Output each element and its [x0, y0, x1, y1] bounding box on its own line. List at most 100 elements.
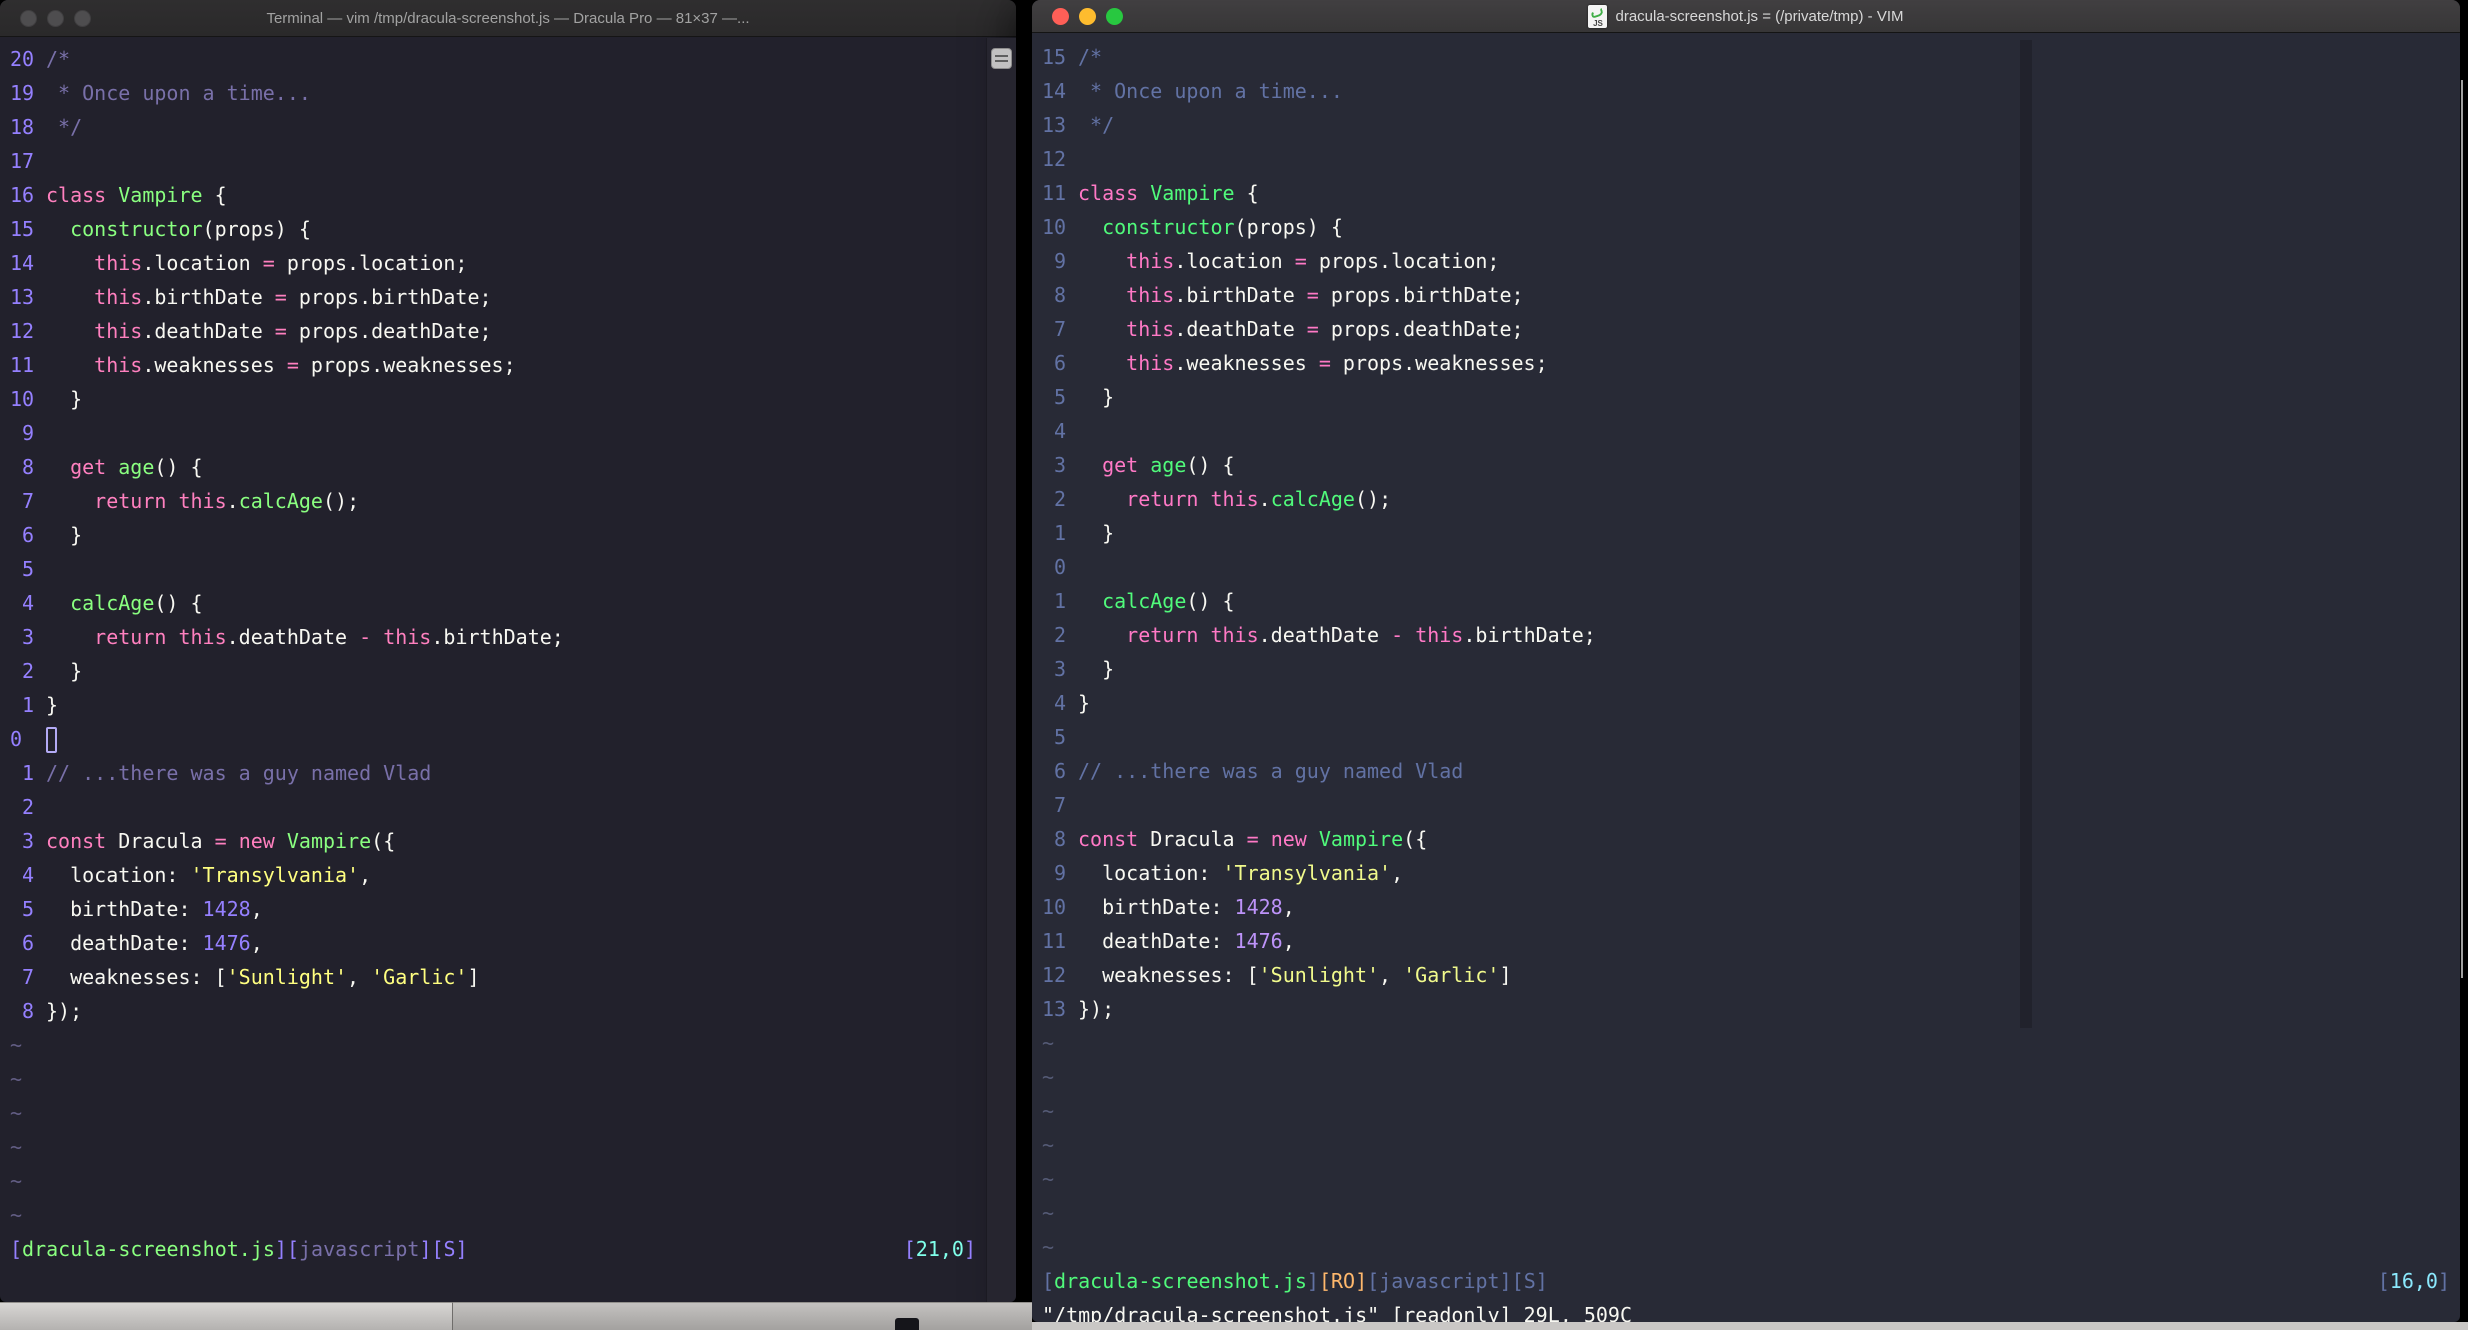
code-line[interactable]: 11 class Vampire { [1042, 176, 2460, 210]
code-line[interactable]: 10 } [10, 382, 1016, 416]
line-number: 3 [1053, 453, 1066, 477]
syntax-token: age [1150, 453, 1187, 477]
code-line[interactable]: 8 this.birthDate = props.birthDate; [1042, 278, 2460, 312]
code-line[interactable]: 9 [10, 416, 1016, 450]
code-line[interactable]: 5 [10, 552, 1016, 586]
code-line[interactable]: 17 [10, 144, 1016, 178]
syntax-token: const [1078, 827, 1139, 851]
code-line[interactable]: 1 calcAge() { [1042, 584, 2460, 618]
code-line[interactable]: 1 // ...there was a guy named Vlad [10, 756, 1016, 790]
macvim-titlebar[interactable]: JS dracula-screenshot.js = (/private/tmp… [1032, 0, 2460, 33]
code-line[interactable]: 11 deathDate: 1476, [1042, 924, 2460, 958]
code-line[interactable]: 14 this.location = props.location; [10, 246, 1016, 280]
syntax-token: 'Sunlight' [1258, 963, 1380, 987]
minimize-button[interactable] [47, 9, 64, 27]
code-line[interactable]: 6 // ...there was a guy named Vlad [1042, 754, 2460, 788]
code-text: this.birthDate = props.birthDate; [1078, 278, 1523, 312]
syntax-token: .weaknesses [142, 353, 287, 377]
statusline-segment: ] [419, 1237, 432, 1261]
code-line[interactable]: 13 */ [1042, 108, 2460, 142]
code-line[interactable]: 1} [10, 688, 1016, 722]
code-line[interactable]: 0 [10, 722, 1016, 756]
code-line[interactable]: 8 const Dracula = new Vampire({ [1042, 822, 2460, 856]
syntax-token: }); [1078, 997, 1115, 1021]
code-line[interactable]: 7 this.deathDate = props.deathDate; [1042, 312, 2460, 346]
syntax-token: 'Garlic' [1403, 963, 1500, 987]
code-line[interactable]: 3 const Dracula = new Vampire({ [10, 824, 1016, 858]
code-line[interactable]: 9 this.location = props.location; [1042, 244, 2460, 278]
zoom-button[interactable] [1106, 7, 1123, 25]
code-line[interactable]: 9 location: 'Transylvania', [1042, 856, 2460, 890]
code-line[interactable]: 10 constructor(props) { [1042, 210, 2460, 244]
terminal-scrollbar[interactable] [986, 38, 1016, 1302]
syntax-token: ({ [1403, 827, 1428, 851]
close-button[interactable] [20, 9, 37, 27]
code-line[interactable]: 4 [1042, 414, 2460, 448]
code-line[interactable]: 19 * Once upon a time... [10, 76, 1016, 110]
syntax-token: props.location; [274, 251, 468, 275]
tilde-line: ~ [1042, 1065, 1055, 1089]
syntax-token [1078, 589, 1102, 613]
code-line[interactable]: 14 * Once upon a time... [1042, 74, 2460, 108]
syntax-token: , [1282, 929, 1295, 953]
code-line[interactable]: 6 } [10, 518, 1016, 552]
window-controls [20, 0, 91, 36]
tilde-line: ~ [10, 1169, 23, 1193]
code-line[interactable]: 8}); [10, 994, 1016, 1028]
code-line[interactable]: 15 constructor(props) { [10, 212, 1016, 246]
code-line[interactable]: 11 this.weaknesses = props.weaknesses; [10, 348, 1016, 382]
code-line[interactable]: 5 [1042, 720, 2460, 754]
code-line[interactable]: 15 /* [1042, 40, 2460, 74]
code-line[interactable]: 7 return this.calcAge(); [10, 484, 1016, 518]
statusline-ruler: [21,0] [904, 1232, 976, 1266]
code-line[interactable]: 5 } [1042, 380, 2460, 414]
syntax-token [46, 319, 94, 343]
code-line[interactable]: 2 return this.deathDate - this.birthDate… [1042, 618, 2460, 652]
code-line[interactable]: 12 this.deathDate = props.deathDate; [10, 314, 1016, 348]
code-line[interactable]: 12 [1042, 142, 2460, 176]
code-line[interactable]: 18 */ [10, 110, 1016, 144]
code-line[interactable]: 7 weaknesses: ['Sunlight', 'Garlic'] [10, 960, 1016, 994]
code-line[interactable]: 1 } [1042, 516, 2460, 550]
code-line[interactable]: 0 [1042, 550, 2460, 584]
tilde-line: ~ [1042, 1099, 1055, 1123]
code-text: get age() { [46, 450, 202, 484]
code-line[interactable]: 3 get age() { [1042, 448, 2460, 482]
close-button[interactable] [1052, 7, 1069, 25]
code-line[interactable]: 5 birthDate: 1428, [10, 892, 1016, 926]
code-line[interactable]: 4 location: 'Transylvania', [10, 858, 1016, 892]
syntax-token [1307, 827, 1319, 851]
code-line[interactable]: 13 this.birthDate = props.birthDate; [10, 280, 1016, 314]
code-line[interactable]: 16 class Vampire { [10, 178, 1016, 212]
code-line[interactable]: 20 /* [10, 42, 1016, 76]
code-line[interactable]: 6 this.weaknesses = props.weaknesses; [1042, 346, 2460, 380]
syntax-token: calcAge [1270, 487, 1355, 511]
code-line[interactable]: 3 } [1042, 652, 2460, 686]
code-line[interactable]: 12 weaknesses: ['Sunlight', 'Garlic'] [1042, 958, 2460, 992]
code-line[interactable]: 13}); [1042, 992, 2460, 1026]
code-line[interactable]: 4 calcAge() { [10, 586, 1016, 620]
code-line[interactable]: 8 get age() { [10, 450, 1016, 484]
line-number: 2 [21, 659, 34, 683]
code-text: class Vampire { [1078, 176, 1259, 210]
code-line[interactable]: 2 [10, 790, 1016, 824]
syntax-token: } [46, 387, 83, 411]
code-line[interactable]: 7 [1042, 788, 2460, 822]
code-line[interactable]: 6 deathDate: 1476, [10, 926, 1016, 960]
code-line[interactable]: 2 } [10, 654, 1016, 688]
code-text: calcAge() { [46, 586, 202, 620]
zoom-button[interactable] [74, 9, 91, 27]
code-line[interactable]: 10 birthDate: 1428, [1042, 890, 2460, 924]
line-number: 1 [1053, 521, 1066, 545]
code-line[interactable]: 2 return this.calcAge(); [1042, 482, 2460, 516]
code-line[interactable]: 3 return this.deathDate - this.birthDate… [10, 620, 1016, 654]
minimize-button[interactable] [1079, 7, 1096, 25]
syntax-token: Vampire [1150, 181, 1235, 205]
code-line[interactable]: 4} [1042, 686, 2460, 720]
scrollback-marker-icon[interactable] [991, 48, 1012, 69]
terminal-titlebar[interactable]: Terminal — vim /tmp/dracula-screenshot.j… [0, 0, 1016, 37]
syntax-token: return [94, 489, 167, 513]
syntax-token: this [94, 319, 143, 343]
tilde-line: ~ [10, 1033, 23, 1057]
statusline-segment: [S] [1511, 1269, 1548, 1293]
